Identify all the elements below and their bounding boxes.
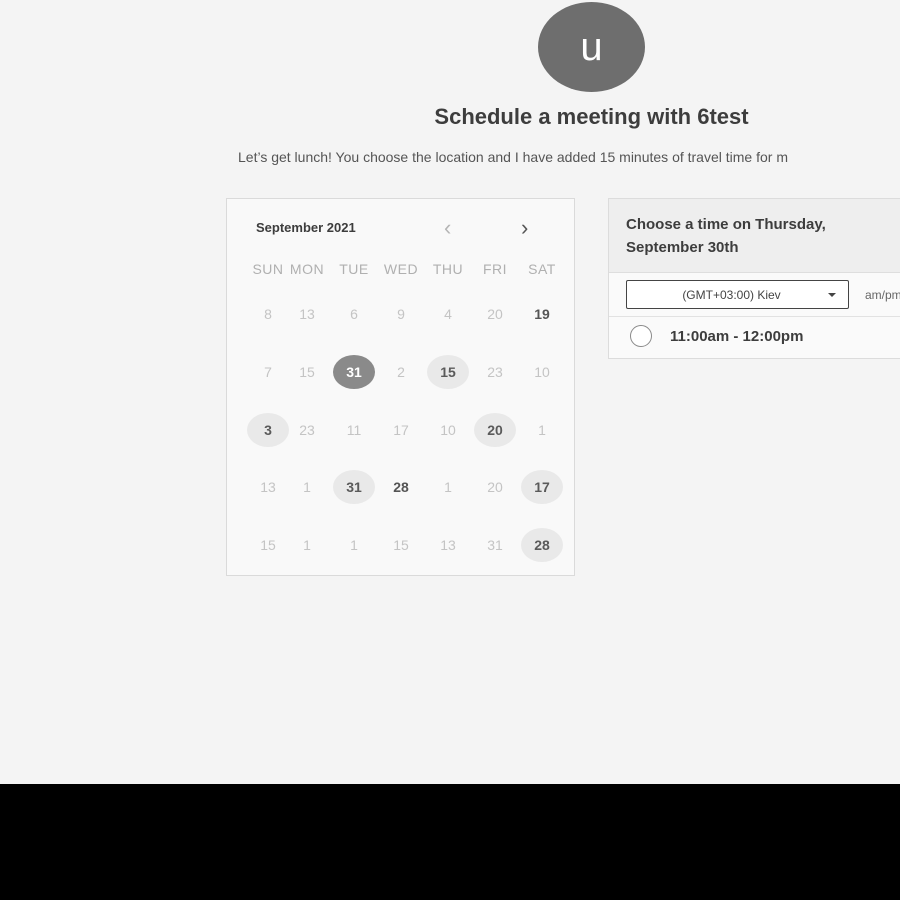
host-avatar: u	[538, 2, 645, 92]
calendar-day: 2	[397, 364, 405, 380]
chevron-right-icon[interactable]: ›	[521, 217, 528, 239]
month-label: September 2021	[256, 220, 356, 235]
avatar-letter: u	[580, 25, 603, 69]
calendar-day: 4	[444, 306, 452, 322]
weekday-sat: SAT	[528, 261, 556, 277]
calendar-day: 13	[440, 537, 456, 553]
calendar-day: 13	[260, 479, 276, 495]
date-picker: September 2021 ‹ › SUN MON TUE WED THU FRI SAT…	[226, 198, 575, 576]
meeting-description: Let’s get lunch! You choose the location…	[238, 149, 788, 165]
calendar-day[interactable]: 17	[521, 470, 563, 504]
radio-button[interactable]	[630, 325, 652, 347]
black-band	[0, 784, 900, 900]
calendar-day: 6	[350, 306, 358, 322]
calendar-day: 20	[487, 306, 503, 322]
selected-day[interactable]: 31	[333, 355, 375, 389]
calendar-day: 23	[299, 422, 315, 438]
calendar-day: 10	[534, 364, 550, 380]
calendar-day: 15	[299, 364, 315, 380]
calendar-day: 17	[393, 422, 409, 438]
calendar-day: 23	[487, 364, 503, 380]
time-panel-header: Choose a time on Thursday, September 30t…	[609, 199, 900, 273]
time-slot-option[interactable]: 11:00am - 12:00pm	[630, 325, 803, 347]
calendar-day: 1	[538, 422, 546, 438]
calendar-day[interactable]: 3	[247, 413, 289, 447]
calendar-day: 1	[350, 537, 358, 553]
calendar-day[interactable]: 15	[427, 355, 469, 389]
calendar-day: 19	[534, 306, 550, 322]
caret-down-icon	[828, 292, 836, 297]
calendar-day[interactable]: 31	[333, 470, 375, 504]
calendar-day: 8	[264, 306, 272, 322]
calendar-day[interactable]: 28	[521, 528, 563, 562]
chevron-left-icon[interactable]: ‹	[444, 217, 451, 239]
timezone-select[interactable]: (GMT+03:00) Kiev	[626, 280, 849, 309]
calendar-day: 13	[299, 306, 315, 322]
time-format-toggle[interactable]: am/pm	[865, 288, 900, 302]
time-slot-label: 11:00am - 12:00pm	[670, 327, 804, 345]
calendar-day: 28	[393, 479, 409, 495]
calendar-day: 9	[397, 306, 405, 322]
calendar-day: 1	[303, 479, 311, 495]
time-picker-panel: Choose a time on Thursday, September 30t…	[608, 198, 900, 359]
calendar-day: 10	[440, 422, 456, 438]
calendar-day: 15	[260, 537, 276, 553]
calendar-day: 31	[487, 537, 503, 553]
calendar-day: 7	[264, 364, 272, 380]
page-title: Schedule a meeting with 6test	[434, 104, 749, 129]
calendar-day: 11	[346, 422, 362, 438]
calendar-day[interactable]: 20	[474, 413, 516, 447]
calendar-day: 1	[444, 479, 452, 495]
timezone-value: (GMT+03:00) Kiev	[682, 287, 781, 302]
calendar-day: 15	[393, 537, 409, 553]
divider	[609, 316, 900, 317]
calendar-day: 1	[303, 537, 311, 553]
scheduling-page: u Schedule a meeting with 6test Let’s ge…	[0, 0, 900, 784]
calendar-day: 20	[487, 479, 503, 495]
time-panel-heading: Choose a time on Thursday, September 30t…	[626, 216, 826, 256]
